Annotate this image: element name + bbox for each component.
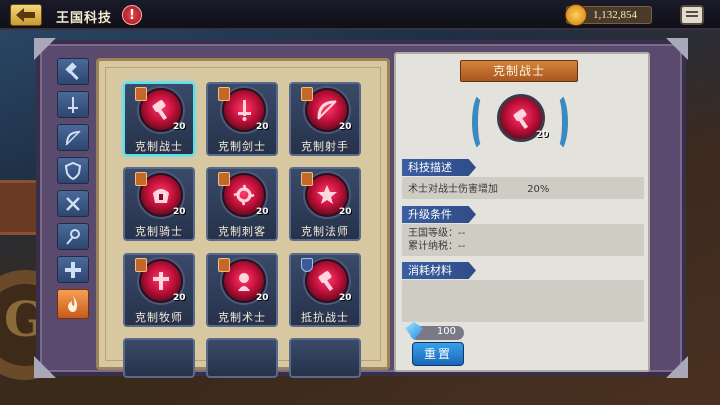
cell-label: 克制刺客 bbox=[218, 225, 266, 238]
tech-cell-counter-priest[interactable]: 20 克制牧师 bbox=[123, 253, 195, 327]
tech-cell-resist-warrior[interactable]: 20 抵抗战士 bbox=[289, 253, 361, 327]
cell-level: 20 bbox=[256, 293, 269, 303]
sword-badge-icon bbox=[301, 87, 313, 101]
detail-level: 20 bbox=[536, 130, 549, 140]
tab-staff[interactable] bbox=[57, 223, 89, 250]
tech-cell-partial[interactable] bbox=[206, 338, 278, 378]
help-icon[interactable]: ! bbox=[122, 5, 142, 25]
coin-icon bbox=[565, 4, 587, 26]
section-cost-header: 消耗材料 bbox=[402, 262, 476, 279]
top-bar: 王国科技 ! 1,132,854 bbox=[0, 0, 720, 30]
section-cost-body bbox=[402, 280, 644, 322]
detail-title: 克制战士 bbox=[460, 60, 578, 82]
coin-value: 1,132,854 bbox=[593, 9, 637, 21]
upgrade-kingdom-level: 王国等级：-- bbox=[408, 228, 466, 239]
section-desc-body: 术士对战士伤害增加 20% bbox=[402, 177, 644, 199]
right-bracket-decoration bbox=[548, 92, 568, 152]
sword-badge-icon bbox=[218, 87, 230, 101]
tech-cell-counter-swordsman[interactable]: 20 克制剑士 bbox=[206, 82, 278, 156]
mail-icon[interactable] bbox=[680, 5, 704, 25]
cell-label: 克制剑士 bbox=[218, 140, 266, 153]
cell-label: 克制射手 bbox=[301, 140, 349, 153]
tech-cell-partial[interactable] bbox=[123, 338, 195, 378]
sword-badge-icon bbox=[218, 172, 230, 186]
cell-label: 克制法师 bbox=[301, 225, 349, 238]
flame-icon bbox=[68, 296, 78, 312]
tech-cell-counter-knight[interactable]: 20 克制骑士 bbox=[123, 167, 195, 241]
desc-value: 20% bbox=[527, 184, 550, 195]
dagger-icon bbox=[66, 196, 80, 211]
sword-icon bbox=[68, 96, 78, 113]
cell-level: 20 bbox=[173, 293, 186, 303]
cell-label: 克制牧师 bbox=[135, 311, 183, 324]
sword-badge-icon bbox=[301, 172, 313, 186]
coin-counter: 1,132,854 bbox=[565, 4, 652, 26]
section-desc-header: 科技描述 bbox=[402, 159, 476, 176]
bow-icon bbox=[65, 129, 81, 146]
tech-cell-counter-archer[interactable]: 20 克制射手 bbox=[289, 82, 361, 156]
tab-dagger[interactable] bbox=[57, 190, 89, 217]
tab-cross[interactable] bbox=[57, 256, 89, 283]
sword-badge-icon bbox=[135, 87, 147, 101]
sword-badge-icon bbox=[218, 258, 230, 272]
section-upgrade-header: 升级条件 bbox=[402, 206, 476, 223]
cell-label: 抵抗战士 bbox=[301, 311, 349, 324]
shield-badge-icon bbox=[301, 258, 313, 272]
left-bracket-decoration bbox=[472, 92, 492, 152]
tab-flame[interactable] bbox=[57, 289, 89, 319]
sword-badge-icon bbox=[135, 258, 147, 272]
cell-label: 克制战士 bbox=[135, 140, 183, 153]
staff-icon bbox=[66, 228, 80, 245]
tech-cell-counter-assassin[interactable]: 20 克制刺客 bbox=[206, 167, 278, 241]
tab-sword[interactable] bbox=[57, 91, 89, 118]
hammer-icon bbox=[65, 61, 79, 80]
section-upgrade-body: 王国等级：-- 累计纳税：-- bbox=[402, 224, 644, 256]
upgrade-tax: 累计纳税：-- bbox=[408, 241, 466, 252]
cell-level: 20 bbox=[339, 293, 352, 303]
tab-shield[interactable] bbox=[57, 157, 89, 184]
reset-button[interactable]: 重置 bbox=[412, 342, 464, 366]
cell-level: 20 bbox=[173, 122, 186, 132]
cell-label: 克制骑士 bbox=[135, 225, 183, 238]
cross-icon bbox=[65, 261, 81, 278]
cell-label: 克制术士 bbox=[218, 311, 266, 324]
sword-badge-icon bbox=[135, 172, 147, 186]
back-arrow-icon bbox=[16, 8, 35, 22]
tech-cell-counter-mage[interactable]: 20 克制法师 bbox=[289, 167, 361, 241]
cell-level: 20 bbox=[256, 122, 269, 132]
desc-text: 术士对战士伤害增加 bbox=[408, 184, 498, 195]
tech-cell-counter-warrior[interactable]: 20 克制战士 bbox=[123, 82, 195, 156]
tab-bow[interactable] bbox=[57, 124, 89, 151]
back-button[interactable] bbox=[10, 4, 42, 26]
cell-level: 20 bbox=[256, 207, 269, 217]
cell-level: 20 bbox=[339, 207, 352, 217]
tab-hammer[interactable] bbox=[57, 58, 89, 85]
page-title: 王国科技 bbox=[56, 11, 113, 26]
cell-level: 20 bbox=[339, 122, 352, 132]
tech-cell-counter-warlock[interactable]: 20 克制术士 bbox=[206, 253, 278, 327]
cell-level: 20 bbox=[173, 207, 186, 217]
shield-icon bbox=[64, 161, 82, 180]
tech-cell-partial[interactable] bbox=[289, 338, 361, 378]
detail-icon-frame: 20 bbox=[460, 86, 580, 156]
